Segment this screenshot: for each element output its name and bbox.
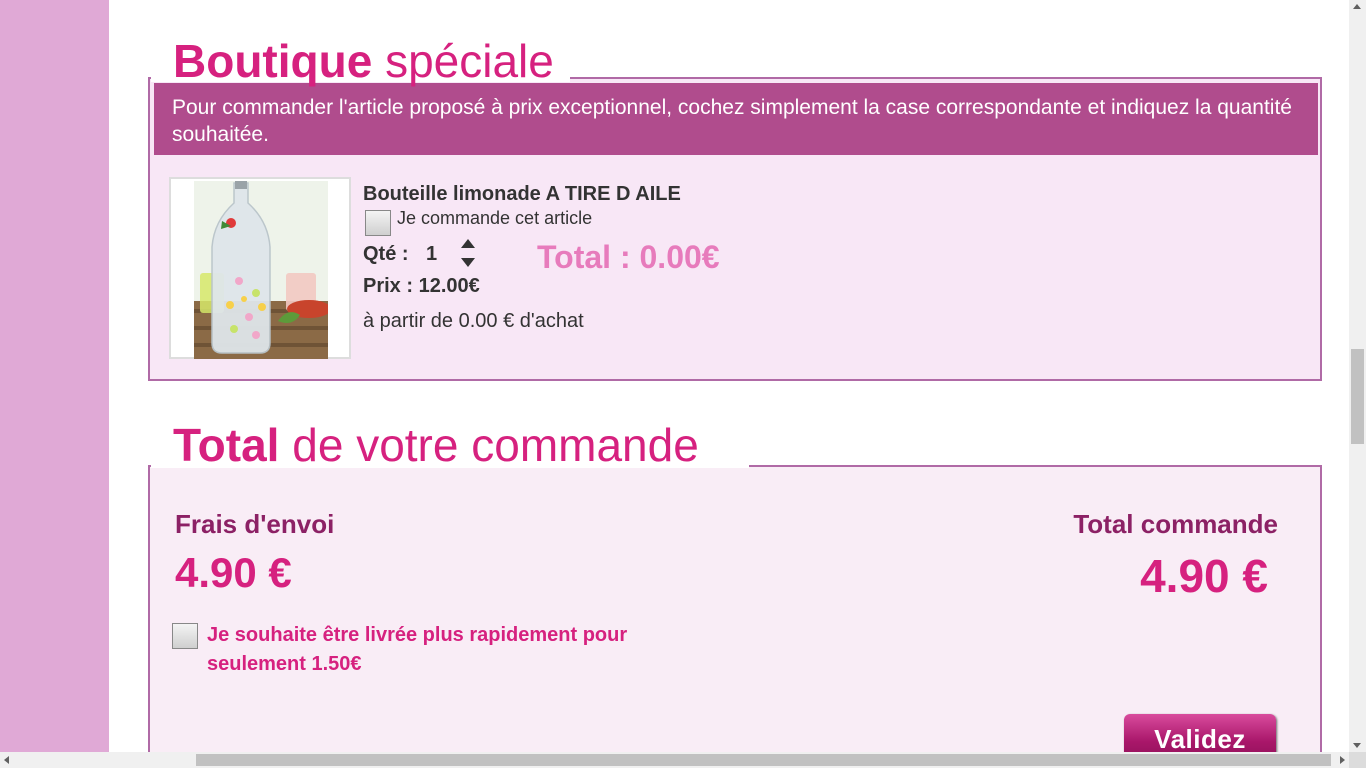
- order-total-title-bold: Total: [173, 419, 280, 471]
- product-line-total: Total : 0.00€: [537, 239, 720, 275]
- quantity-value[interactable]: 1: [426, 243, 437, 266]
- fast-delivery-label: Je souhaite être livrée plus rapidement …: [207, 624, 628, 675]
- horizontal-scrollbar-thumb[interactable]: [196, 754, 1331, 766]
- vertical-scrollbar-thumb[interactable]: [1351, 349, 1364, 444]
- product-image: [169, 177, 351, 359]
- scroll-down-arrow-icon[interactable]: [1353, 743, 1361, 748]
- vertical-scrollbar[interactable]: [1349, 0, 1366, 752]
- order-article-checkbox[interactable]: [365, 210, 391, 236]
- left-decorative-band: [0, 0, 109, 752]
- order-total-panel: Frais d'envoi 4.90 € Total commande 4.90…: [148, 465, 1322, 765]
- order-total-section-title: Total de votre commande: [151, 422, 749, 468]
- scroll-right-arrow-icon[interactable]: [1340, 756, 1345, 764]
- boutique-panel: Pour commander l'article proposé à prix …: [148, 77, 1322, 381]
- product-name: Bouteille limonade A TIRE D AILE: [363, 183, 681, 205]
- boutique-instructions-banner: Pour commander l'article proposé à prix …: [154, 83, 1318, 155]
- scroll-up-arrow-icon[interactable]: [1353, 4, 1361, 9]
- order-total-label: Total commande: [1073, 509, 1278, 539]
- order-total-value: 4.90 €: [1140, 550, 1268, 602]
- boutique-section-title: Boutique spéciale: [151, 38, 570, 84]
- scrollbar-corner: [1349, 752, 1366, 768]
- shipping-label: Frais d'envoi: [175, 509, 335, 539]
- order-article-checkbox-label: Je commande cet article: [397, 208, 593, 228]
- product-price: Prix : 12.00€: [363, 275, 480, 297]
- quantity-label: Qté :: [363, 243, 409, 265]
- quantity-stepper[interactable]: [460, 239, 476, 267]
- boutique-title-bold: Boutique: [173, 35, 373, 87]
- boutique-title-light: spéciale: [385, 35, 554, 87]
- horizontal-scrollbar[interactable]: [0, 752, 1349, 768]
- fast-delivery-checkbox[interactable]: [172, 623, 198, 649]
- order-total-title-light: de votre commande: [292, 419, 699, 471]
- quantity-up-arrow-icon[interactable]: [461, 239, 475, 248]
- quantity-down-arrow-icon[interactable]: [461, 258, 475, 267]
- lemonade-bottle-photo-icon: [194, 181, 328, 359]
- minimum-purchase-note: à partir de 0.00 € d'achat: [363, 310, 584, 332]
- shipping-value: 4.90 €: [175, 549, 292, 596]
- scroll-left-arrow-icon[interactable]: [4, 756, 9, 764]
